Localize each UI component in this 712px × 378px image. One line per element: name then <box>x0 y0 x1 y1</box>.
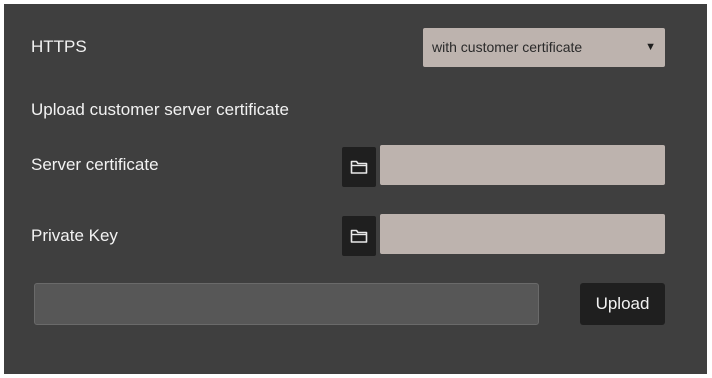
server-certificate-file-field[interactable] <box>380 145 665 185</box>
upload-progress-bar <box>34 283 539 325</box>
private-key-label: Private Key <box>31 226 118 245</box>
upload-button[interactable]: Upload <box>580 283 665 325</box>
folder-icon <box>350 160 368 174</box>
private-key-file-field[interactable] <box>380 214 665 254</box>
upload-section-heading: Upload customer server certificate <box>31 100 289 119</box>
private-key-browse-button[interactable] <box>342 216 376 256</box>
server-certificate-label: Server certificate <box>31 155 159 174</box>
https-label: HTTPS <box>31 37 87 56</box>
https-settings-panel: HTTPS with customer certificate ▼ Upload… <box>4 4 707 374</box>
server-certificate-browse-button[interactable] <box>342 147 376 187</box>
folder-icon <box>350 229 368 243</box>
https-mode-selected-value: with customer certificate <box>432 39 583 55</box>
https-mode-select[interactable]: with customer certificate ▼ <box>423 28 665 67</box>
dropdown-arrow-icon: ▼ <box>645 41 656 53</box>
